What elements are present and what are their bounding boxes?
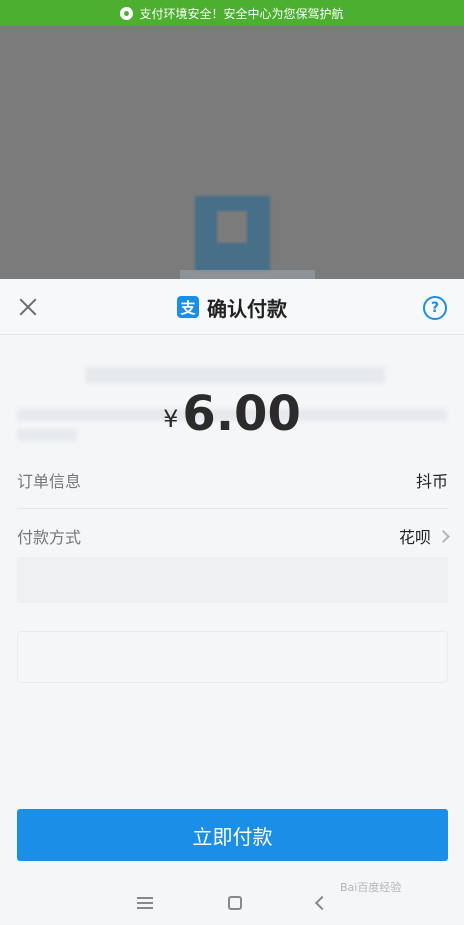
payment-sheet: 支 确认付款 ? ¥ 6.00 订单信息 抖币 付款方式 花呗 立即付款 Bai…	[0, 279, 464, 925]
shield-icon	[120, 6, 134, 20]
security-banner: 支付环境安全！安全中心为您保驾护航	[0, 0, 464, 26]
amount-value: 6.00	[182, 386, 301, 442]
back-icon[interactable]	[314, 895, 329, 910]
payment-method-row[interactable]: 付款方式 花呗	[17, 511, 450, 561]
pay-now-button[interactable]: 立即付款	[17, 809, 448, 861]
title-bar: 支 确认付款	[0, 279, 464, 335]
menu-icon[interactable]	[137, 896, 154, 909]
payment-method-value-wrap: 花呗	[398, 524, 450, 548]
payment-method-label: 付款方式	[17, 528, 82, 547]
security-banner-text: 支付环境安全！安全中心为您保驾护航	[139, 6, 344, 21]
ghost-panel	[17, 557, 448, 603]
chevron-right-icon	[437, 529, 450, 543]
divider	[17, 508, 448, 509]
alipay-logo-icon: 支	[177, 296, 199, 318]
payment-method-value: 花呗	[398, 528, 431, 547]
home-icon[interactable]	[227, 895, 242, 910]
watermark: Bai百度经验	[340, 881, 402, 894]
sheet-header: 支 确认付款 ?	[0, 279, 464, 335]
ghost-text	[85, 367, 385, 383]
order-info-value: 抖币	[415, 472, 448, 491]
ghost-button	[17, 631, 448, 683]
order-info-row: 订单信息 抖币	[17, 455, 448, 505]
order-info-label: 订单信息	[17, 472, 82, 491]
currency-symbol: ¥	[163, 405, 179, 433]
page-title: 确认付款	[207, 296, 287, 321]
amount-display: ¥ 6.00	[0, 384, 464, 444]
blurred-app-icon	[195, 196, 270, 271]
help-icon[interactable]: ?	[423, 296, 447, 320]
